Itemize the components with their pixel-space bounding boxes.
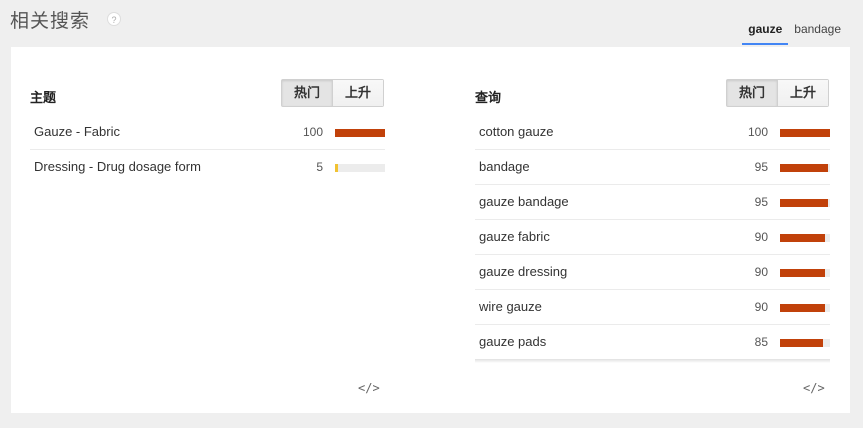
embed-code-icon[interactable]: </> [358, 381, 380, 395]
query-bar [780, 269, 830, 277]
query-label: gauze dressing [479, 264, 568, 279]
query-value: 100 [747, 125, 768, 139]
query-bar-fill [780, 339, 823, 347]
query-bar [780, 234, 830, 242]
topics-title: 主题 [30, 90, 57, 105]
query-value: 90 [754, 265, 768, 279]
query-value: 95 [754, 160, 768, 174]
topics-list: Gauze - Fabric 100 Dressing - Drug dosag… [30, 115, 385, 185]
list-item[interactable]: gauze dressing 90 [475, 255, 830, 290]
query-bar-fill [780, 199, 828, 207]
related-searches-page: 相关搜索 ? gauze bandage 主题 热门 上升 Gauze - Fa… [0, 0, 863, 428]
topic-value: 5 [316, 160, 323, 174]
query-value: 90 [754, 230, 768, 244]
topics-rising-button[interactable]: 上升 [332, 80, 383, 106]
query-bar-fill [780, 304, 825, 312]
term-tabs: gauze bandage [742, 18, 847, 45]
topic-label: Dressing - Drug dosage form [34, 159, 201, 174]
tab-bandage[interactable]: bandage [788, 18, 847, 45]
query-bar [780, 339, 830, 347]
list-item[interactable]: gauze fabric 90 [475, 220, 830, 255]
scroll-shadow [475, 359, 830, 363]
queries-rising-button[interactable]: 上升 [777, 80, 828, 106]
query-label: cotton gauze [479, 124, 554, 139]
page-title: 相关搜索 [10, 11, 91, 32]
list-item[interactable]: wire gauze 90 [475, 290, 830, 325]
help-icon[interactable]: ? [107, 12, 121, 26]
query-label: wire gauze [479, 299, 542, 314]
queries-header: 查询 热门 上升 [475, 79, 830, 107]
queries-title: 查询 [475, 90, 502, 105]
topic-bar-fill [335, 164, 338, 172]
query-value: 90 [754, 300, 768, 314]
query-bar-fill [780, 234, 825, 242]
list-item[interactable]: gauze pads 85 [475, 325, 830, 360]
list-item[interactable]: gauze bandage 95 [475, 185, 830, 220]
query-bar-fill [780, 269, 825, 277]
list-item[interactable]: Dressing - Drug dosage form 5 [30, 150, 385, 185]
query-bar [780, 199, 830, 207]
results-card: 主题 热门 上升 Gauze - Fabric 100 Dressing - D… [11, 47, 850, 413]
topics-toggle: 热门 上升 [281, 79, 384, 107]
tab-gauze[interactable]: gauze [742, 18, 789, 45]
query-bar-fill [780, 129, 830, 137]
topics-panel: 主题 热门 上升 Gauze - Fabric 100 Dressing - D… [30, 47, 385, 413]
topic-bar [335, 129, 385, 137]
query-bar [780, 304, 830, 312]
query-label: gauze pads [479, 334, 547, 349]
queries-list: cotton gauze 100 bandage 95 gauze bandag… [475, 115, 830, 360]
topic-bar-fill [335, 129, 385, 137]
query-value: 95 [754, 195, 768, 209]
topics-header: 主题 热门 上升 [30, 79, 385, 107]
topics-hot-button[interactable]: 热门 [282, 80, 332, 106]
query-value: 85 [754, 335, 768, 349]
query-bar [780, 164, 830, 172]
query-label: gauze bandage [479, 194, 569, 209]
list-item[interactable]: bandage 95 [475, 150, 830, 185]
queries-hot-button[interactable]: 热门 [727, 80, 777, 106]
list-item[interactable]: cotton gauze 100 [475, 115, 830, 150]
embed-code-icon[interactable]: </> [803, 381, 825, 395]
list-item[interactable]: Gauze - Fabric 100 [30, 115, 385, 150]
topic-bar [335, 164, 385, 172]
query-bar-fill [780, 164, 828, 172]
query-label: bandage [479, 159, 530, 174]
query-bar [780, 129, 830, 137]
queries-panel: 查询 热门 上升 cotton gauze 100 bandage 95 gau… [475, 47, 830, 413]
topic-value: 100 [302, 125, 323, 139]
topic-label: Gauze - Fabric [34, 124, 120, 139]
query-label: gauze fabric [479, 229, 550, 244]
queries-toggle: 热门 上升 [726, 79, 829, 107]
